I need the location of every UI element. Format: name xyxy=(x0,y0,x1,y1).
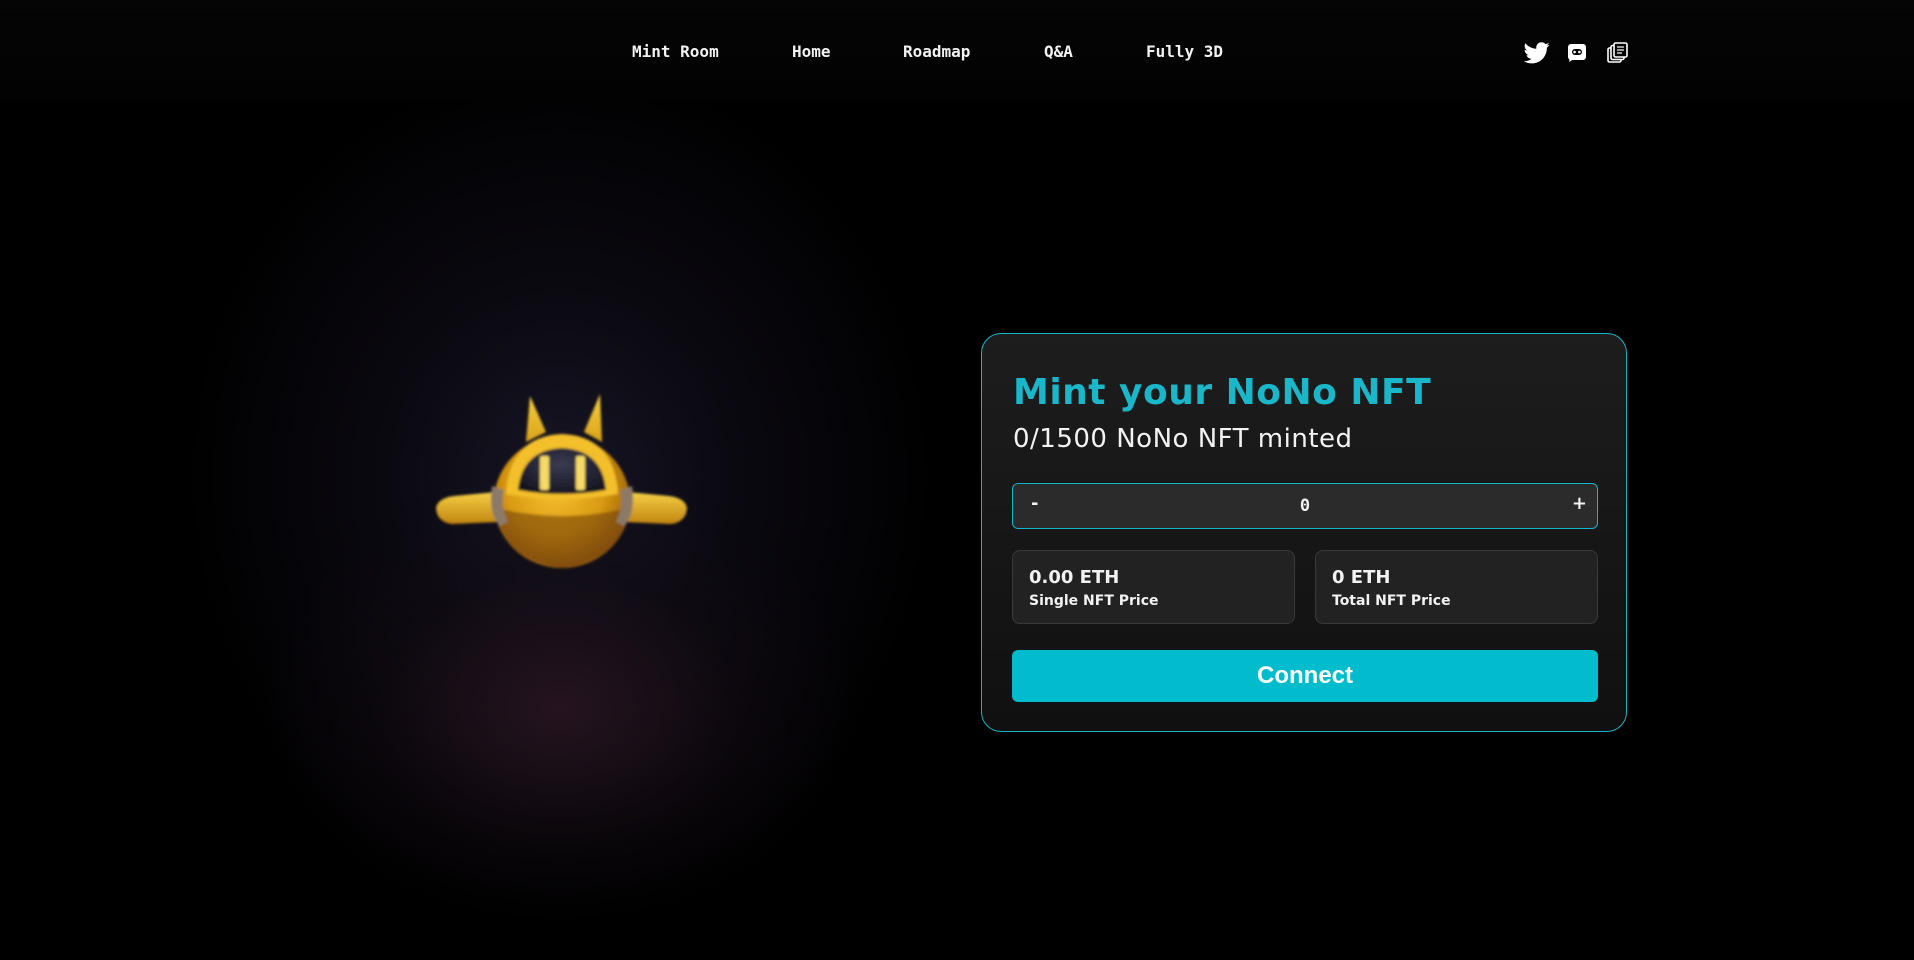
nav-link-mint-room[interactable]: Mint Room xyxy=(632,42,719,61)
connect-button[interactable]: Connect xyxy=(1012,650,1598,702)
opensea-icon[interactable] xyxy=(1604,42,1630,64)
mint-card: Mint your NoNo NFT 0/1500 NoNo NFT minte… xyxy=(981,333,1627,732)
nav-link-home[interactable]: Home xyxy=(792,42,831,61)
nav-link-roadmap[interactable]: Roadmap xyxy=(903,42,970,61)
total-price-amount: 0 ETH xyxy=(1332,567,1391,588)
nav-link-fully-3d[interactable]: Fully 3D xyxy=(1146,42,1223,61)
minted-count: 0/1500 NoNo NFT minted xyxy=(1013,424,1353,454)
total-price-box: 0 ETH Total NFT Price xyxy=(1315,550,1598,624)
quantity-value: 0 xyxy=(1299,496,1311,516)
discord-icon[interactable] xyxy=(1564,42,1590,64)
nono-mascot-image xyxy=(434,390,689,575)
single-price-label: Single NFT Price xyxy=(1029,593,1159,609)
twitter-icon[interactable] xyxy=(1524,42,1550,64)
social-links xyxy=(1524,42,1630,64)
single-price-box: 0.00 ETH Single NFT Price xyxy=(1012,550,1295,624)
increase-button[interactable]: + xyxy=(1572,493,1587,514)
nav-link-qa[interactable]: Q&A xyxy=(1044,42,1073,61)
single-price-amount: 0.00 ETH xyxy=(1029,567,1120,588)
quantity-stepper[interactable]: - 0 + xyxy=(1012,483,1598,529)
page: Mint Room Home Roadmap Q&A Fully 3D Mint… xyxy=(0,0,1914,960)
total-price-label: Total NFT Price xyxy=(1332,593,1451,609)
top-nav: Mint Room Home Roadmap Q&A Fully 3D xyxy=(0,0,1914,100)
mint-title: Mint your NoNo NFT xyxy=(1013,372,1432,413)
